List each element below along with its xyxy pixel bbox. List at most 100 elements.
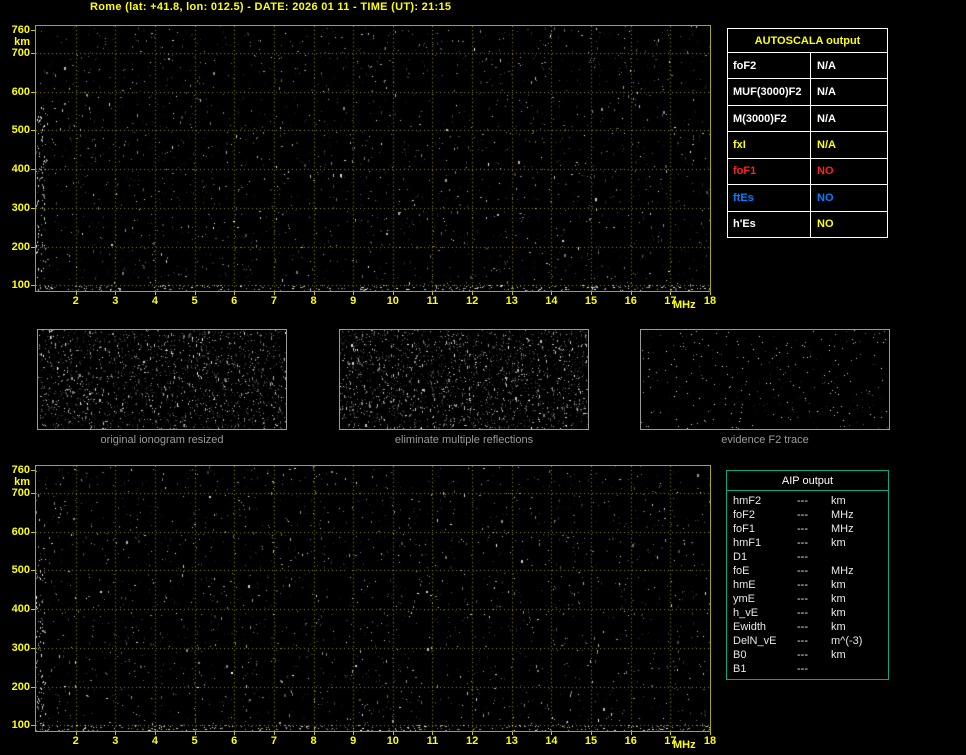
y-tick-label: 300 xyxy=(0,202,30,214)
x-tick-label: 18 xyxy=(700,735,720,747)
x-tick xyxy=(551,292,552,295)
x-tick xyxy=(353,292,354,295)
x-tick-label: 11 xyxy=(422,735,442,747)
y-tick xyxy=(31,169,35,170)
ionogram-plot-top xyxy=(35,25,711,292)
x-tick-label: 13 xyxy=(502,295,522,307)
aip-row: h_vE --- km xyxy=(733,606,888,620)
autoscala-row-label: M(3000)F2 xyxy=(728,106,811,131)
autoscala-screen: Rome (lat: +41.8, lon: 012.5) - DATE: 20… xyxy=(0,0,966,755)
aip-row: ymE --- km xyxy=(733,592,888,606)
aip-row-label: h_vE xyxy=(733,606,797,620)
autoscala-row-label: foF1 xyxy=(728,159,811,184)
aip-row-unit: km xyxy=(831,620,888,634)
y-tick-label: 200 xyxy=(0,681,30,693)
y-tick-label: 500 xyxy=(0,124,30,136)
autoscala-row: fxI N/A xyxy=(728,132,887,158)
x-tick-label: 16 xyxy=(621,735,641,747)
autoscala-row-value: NO xyxy=(811,159,887,184)
aip-row-label: hmF2 xyxy=(733,494,797,508)
x-tick-label: 5 xyxy=(185,295,205,307)
x-tick xyxy=(76,292,77,295)
aip-row-value: --- xyxy=(797,606,831,620)
x-tick-label: 8 xyxy=(304,295,324,307)
x-tick-label: 9 xyxy=(343,295,363,307)
x-tick xyxy=(670,292,671,295)
y-axis-unit: km xyxy=(0,36,30,48)
x-tick xyxy=(631,292,632,295)
y-tick xyxy=(31,493,35,494)
x-tick-label: 2 xyxy=(66,295,86,307)
x-tick-label: 15 xyxy=(581,735,601,747)
aip-row-unit xyxy=(831,550,888,564)
aip-row-value: --- xyxy=(797,648,831,662)
aip-row-value: --- xyxy=(797,550,831,564)
aip-output-table: AIP output hmF2 --- km foF2 --- MHz foF1 --- MHz… xyxy=(726,470,889,680)
aip-row: foF2 --- MHz xyxy=(733,508,888,522)
panel-eliminate-reflections xyxy=(339,329,589,430)
aip-row: hmF1 --- km xyxy=(733,536,888,550)
x-tick-label: 4 xyxy=(145,295,165,307)
x-tick-label: 18 xyxy=(700,295,720,307)
x-tick-label: 14 xyxy=(541,295,561,307)
autoscala-row-value: NO xyxy=(811,185,887,210)
autoscala-row-label: ftEs xyxy=(728,185,811,210)
x-tick-label: 2 xyxy=(66,735,86,747)
x-tick-label: 12 xyxy=(462,735,482,747)
aip-row-unit: m^(-3) xyxy=(831,634,888,648)
y-tick xyxy=(31,570,35,571)
autoscala-table-rows: foF2 N/A MUF(3000)F2 N/A M(3000)F2 N/A fxI N/A f… xyxy=(728,53,887,237)
y-tick xyxy=(31,208,35,209)
autoscala-row-value: N/A xyxy=(811,106,887,131)
panel-original-ionogram xyxy=(37,329,287,430)
autoscala-row-value: NO xyxy=(811,212,887,237)
x-tick xyxy=(432,292,433,295)
y-tick xyxy=(31,687,35,688)
aip-row-label: foE xyxy=(733,564,797,578)
x-tick-label: 8 xyxy=(304,735,324,747)
aip-row-value: --- xyxy=(797,536,831,550)
autoscala-row: foF2 N/A xyxy=(728,53,887,79)
x-tick xyxy=(115,732,116,735)
x-tick-label: 10 xyxy=(383,735,403,747)
y-tick-label: 760 xyxy=(0,24,30,36)
autoscala-row: ftEs NO xyxy=(728,185,887,211)
x-tick-label: 10 xyxy=(383,295,403,307)
y-tick-label: 100 xyxy=(0,279,30,291)
panel-original-canvas xyxy=(38,330,286,429)
y-tick xyxy=(31,470,35,471)
x-tick xyxy=(551,732,552,735)
aip-row-unit: MHz xyxy=(831,522,888,536)
x-tick-label: 6 xyxy=(224,295,244,307)
autoscala-row-label: h'Es xyxy=(728,212,811,237)
x-tick xyxy=(314,732,315,735)
x-tick xyxy=(274,292,275,295)
aip-row-unit: km xyxy=(831,494,888,508)
x-tick xyxy=(195,732,196,735)
autoscala-row: foF1 NO xyxy=(728,159,887,185)
x-tick xyxy=(195,292,196,295)
aip-row-label: ymE xyxy=(733,592,797,606)
panel-caption-evidence: evidence F2 trace xyxy=(640,434,890,446)
x-tick xyxy=(234,292,235,295)
y-tick-label: 760 xyxy=(0,464,30,476)
x-tick-label: 12 xyxy=(462,295,482,307)
autoscala-row: MUF(3000)F2 N/A xyxy=(728,79,887,105)
aip-row-unit: km xyxy=(831,592,888,606)
aip-row: Ewidth --- km xyxy=(733,620,888,634)
autoscala-output-table: AUTOSCALA output foF2 N/A MUF(3000)F2 N/A M(… xyxy=(727,28,888,238)
x-tick xyxy=(591,732,592,735)
y-tick-label: 100 xyxy=(0,719,30,731)
y-tick-label: 200 xyxy=(0,241,30,253)
aip-row: DelN_vE --- m^(-3) xyxy=(733,634,888,648)
aip-row-unit: km xyxy=(831,578,888,592)
autoscala-row-value: N/A xyxy=(811,79,887,104)
aip-row-value: --- xyxy=(797,592,831,606)
aip-row-value: --- xyxy=(797,508,831,522)
aip-row-unit: km xyxy=(831,536,888,550)
autoscala-row: h'Es NO xyxy=(728,212,887,237)
x-tick-label: 5 xyxy=(185,735,205,747)
y-tick xyxy=(31,30,35,31)
y-tick-label: 400 xyxy=(0,603,30,615)
x-tick xyxy=(314,292,315,295)
